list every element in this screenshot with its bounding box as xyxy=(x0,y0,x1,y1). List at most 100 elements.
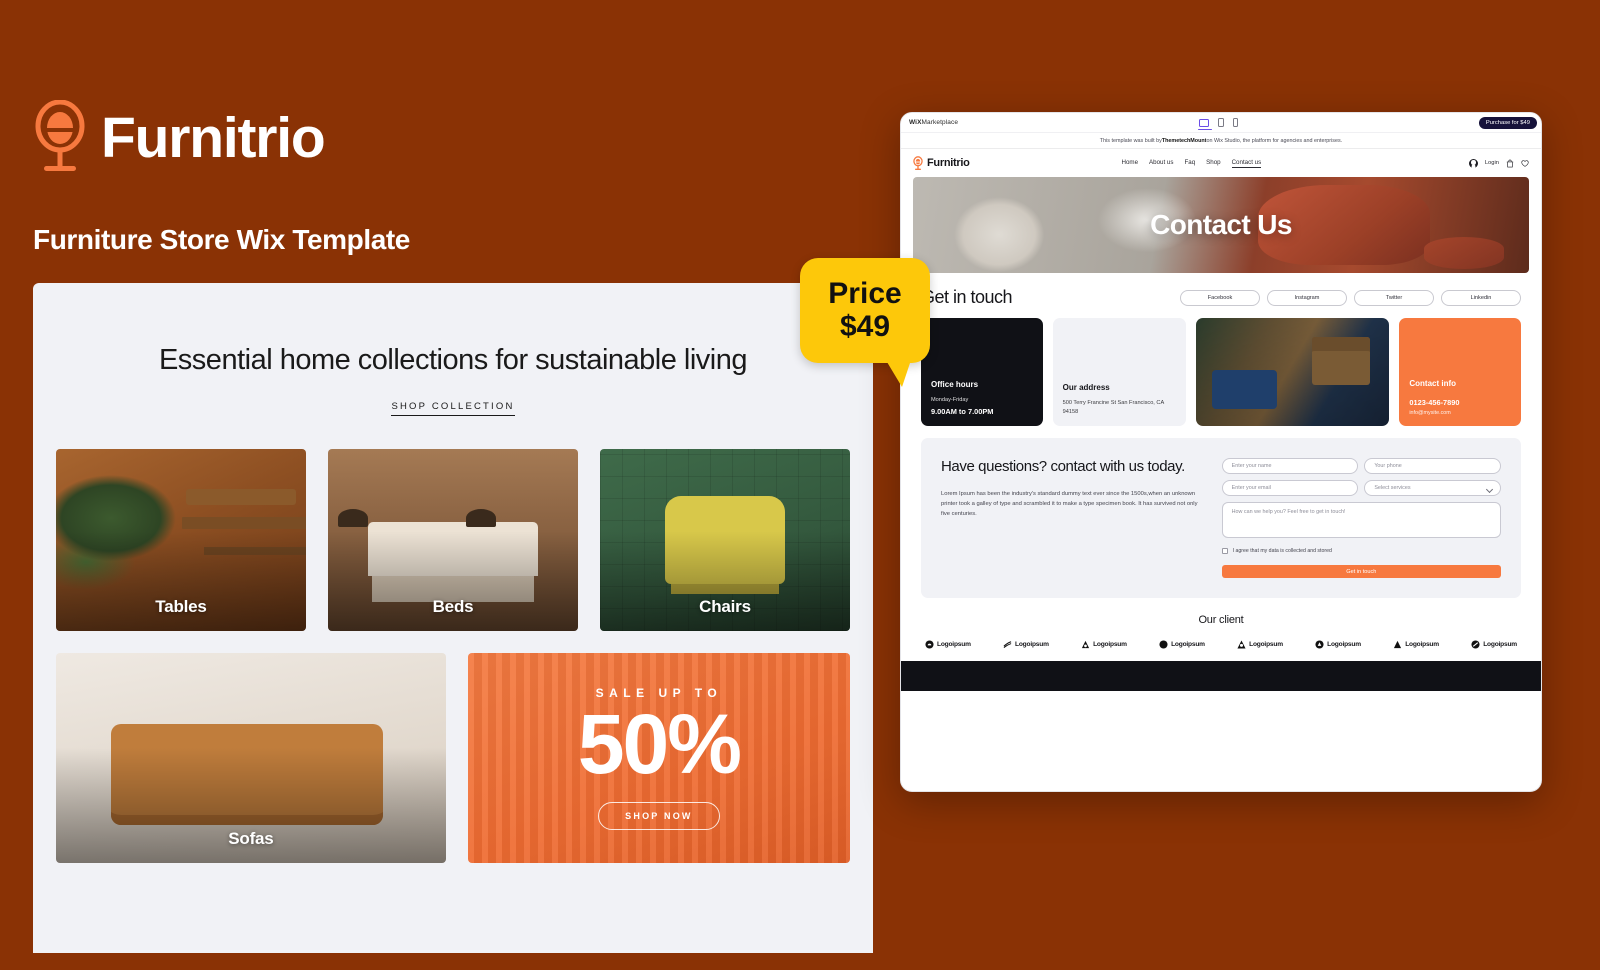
purchase-button[interactable]: Purchase for $49 xyxy=(1478,116,1537,129)
price-badge-amount: $49 xyxy=(839,309,891,343)
office-hours-title: Office hours xyxy=(931,379,979,389)
category-grid: Tables Beds Chairs xyxy=(56,448,850,631)
contact-form: Enter your name Your phone Enter your em… xyxy=(1221,458,1501,578)
chair-lamp-logo-icon xyxy=(913,155,923,171)
social-link-instagram[interactable]: Instagram xyxy=(1267,289,1347,306)
site-logo[interactable]: Furnitrio xyxy=(913,155,970,171)
brand-block: Furnitrio Furniture Store Wix Template xyxy=(33,99,853,256)
nav-links: Home About us Faq Shop Contact us xyxy=(1122,159,1262,168)
client-logo: Logoipsum xyxy=(1159,640,1205,649)
consent-checkbox[interactable] xyxy=(1221,548,1228,554)
device-preview-switcher[interactable] xyxy=(1198,118,1238,130)
nav-link-about-us[interactable]: About us xyxy=(1149,159,1173,168)
form-body-text: Lorem Ipsum has been the industry's stan… xyxy=(941,490,1198,518)
brand-row: Furnitrio xyxy=(33,99,853,176)
wix-logo-text: WiX xyxy=(909,119,922,126)
price-badge: Price $49 xyxy=(800,258,930,387)
preview-heading: Essential home collections for sustainab… xyxy=(158,344,748,376)
logo-mark-4-icon xyxy=(1159,640,1168,649)
desktop-icon[interactable] xyxy=(1198,119,1213,130)
logo-mark-2-icon xyxy=(1003,641,1012,648)
logo-mark-8-icon xyxy=(1471,640,1480,649)
tablet-icon[interactable] xyxy=(1218,118,1225,127)
logo-mark-5-icon xyxy=(1237,640,1246,649)
social-links: Facebook Instagram Twitter Linkedin xyxy=(1180,289,1521,306)
site-logo-text: Furnitrio xyxy=(927,157,970,169)
nav-link-home[interactable]: Home xyxy=(1122,159,1139,168)
address-title: Our address xyxy=(1062,383,1110,393)
template-notice: This template was built by ThemetechMoun… xyxy=(901,133,1541,149)
client-logo: Logoipsum xyxy=(1003,640,1049,649)
address-line: 500 Terry Francine St San Francisco, CA … xyxy=(1062,400,1164,415)
preview-header: Essential home collections for sustainab… xyxy=(33,283,873,416)
client-logo-label: Logoipsum xyxy=(1405,641,1439,648)
shop-now-button[interactable]: SHOP NOW xyxy=(598,801,720,830)
category-card-sofas[interactable]: Sofas xyxy=(56,652,446,863)
get-in-touch-row: Get in touch Facebook Instagram Twitter … xyxy=(901,273,1541,308)
logo-mark-6-icon xyxy=(1315,640,1324,649)
notice-suffix: on Wix Studio, the platform for agencies… xyxy=(1206,137,1343,144)
phone-input[interactable]: Your phone xyxy=(1364,458,1501,474)
name-input[interactable]: Enter your name xyxy=(1221,458,1359,474)
chair-lamp-logo-icon xyxy=(33,99,87,176)
services-select[interactable]: Select services xyxy=(1364,480,1501,496)
contact-email[interactable]: info@mysite.com xyxy=(1409,410,1511,416)
client-logo-label: Logoipsum xyxy=(1171,641,1205,648)
client-logo-label: Logoipsum xyxy=(1093,641,1127,648)
category-card-chairs[interactable]: Chairs xyxy=(600,448,850,631)
form-row-2: Enter your email Select services xyxy=(1221,480,1501,496)
contact-form-section: Have questions? contact with us today. L… xyxy=(921,438,1521,598)
category-card-tables[interactable]: Tables xyxy=(56,448,306,631)
clients-section: Our client Logoipsum Logoipsum Logoipsum… xyxy=(901,598,1541,649)
clients-title: Our client xyxy=(1198,614,1244,626)
logo-mark-1-icon xyxy=(925,640,934,649)
info-cards-row: Office hours Monday-Friday 9.00AM to 7.0… xyxy=(901,308,1541,426)
contact-info-title: Contact info xyxy=(1409,379,1457,388)
nav-link-faq[interactable]: Faq xyxy=(1184,159,1195,168)
category-label: Sofas xyxy=(228,828,274,848)
get-in-touch-submit-button[interactable]: Get in touch xyxy=(1221,565,1501,578)
logo-mark-7-icon xyxy=(1394,640,1402,649)
client-logo: Logoipsum xyxy=(1471,640,1517,649)
client-logo: Logoipsum xyxy=(1315,640,1361,649)
brand-name: Furnitrio xyxy=(101,105,326,170)
nav-link-shop[interactable]: Shop xyxy=(1206,159,1220,168)
hero-title: Contact Us xyxy=(1150,209,1292,240)
office-hours-days: Monday-Friday xyxy=(931,396,969,403)
heart-icon[interactable] xyxy=(1521,159,1529,168)
social-link-twitter[interactable]: Twitter xyxy=(1354,289,1434,306)
sale-banner[interactable]: SALE UP TO 50% SHOP NOW xyxy=(467,652,850,863)
social-link-facebook[interactable]: Facebook xyxy=(1180,289,1260,306)
category-label: Beds xyxy=(432,596,474,616)
wix-marketplace-logo: WiXMarketplace xyxy=(909,119,958,126)
client-logo-label: Logoipsum xyxy=(937,641,971,648)
form-title: Have questions? contact with us today. xyxy=(941,458,1185,475)
contact-phone[interactable]: 0123-456-7890 xyxy=(1409,398,1511,407)
phone-icon[interactable] xyxy=(1233,118,1238,127)
cart-icon[interactable] xyxy=(1506,159,1514,168)
logo-mark-3-icon xyxy=(1081,640,1090,649)
category-label: Tables xyxy=(155,596,207,616)
consent-label: I agree that my data is collected and st… xyxy=(1232,548,1332,554)
consent-row[interactable]: I agree that my data is collected and st… xyxy=(1221,548,1501,554)
client-logo-label: Logoipsum xyxy=(1327,641,1361,648)
contact-info-card: Contact info 0123-456-7890 info@mysite.c… xyxy=(1399,318,1521,426)
shop-collection-link[interactable]: SHOP COLLECTION xyxy=(391,401,515,416)
client-logo: Logoipsum xyxy=(1237,640,1283,649)
social-link-linkedin[interactable]: Linkedin xyxy=(1441,289,1521,306)
account-icon[interactable] xyxy=(1468,158,1478,168)
message-textarea[interactable]: How can we help you? Feel free to get in… xyxy=(1221,502,1501,538)
price-badge-label: Price xyxy=(828,277,902,311)
nav-actions: Login xyxy=(1468,158,1529,168)
client-logo: Logoipsum xyxy=(1081,640,1127,649)
nav-link-contact-us[interactable]: Contact us xyxy=(1231,159,1262,168)
site-navbar: Furnitrio Home About us Faq Shop Contact… xyxy=(901,149,1541,177)
preview-bottom-row: Sofas SALE UP TO 50% SHOP NOW xyxy=(56,652,850,863)
category-card-beds[interactable]: Beds xyxy=(328,448,578,631)
category-label: Chairs xyxy=(699,596,751,616)
login-link[interactable]: Login xyxy=(1485,160,1499,166)
browser-mockup: WiXMarketplace Purchase for $49 This tem… xyxy=(900,112,1542,792)
notice-author: ThemetechMount xyxy=(1161,137,1207,144)
sale-percent: 50% xyxy=(577,696,742,791)
email-input[interactable]: Enter your email xyxy=(1221,480,1359,496)
